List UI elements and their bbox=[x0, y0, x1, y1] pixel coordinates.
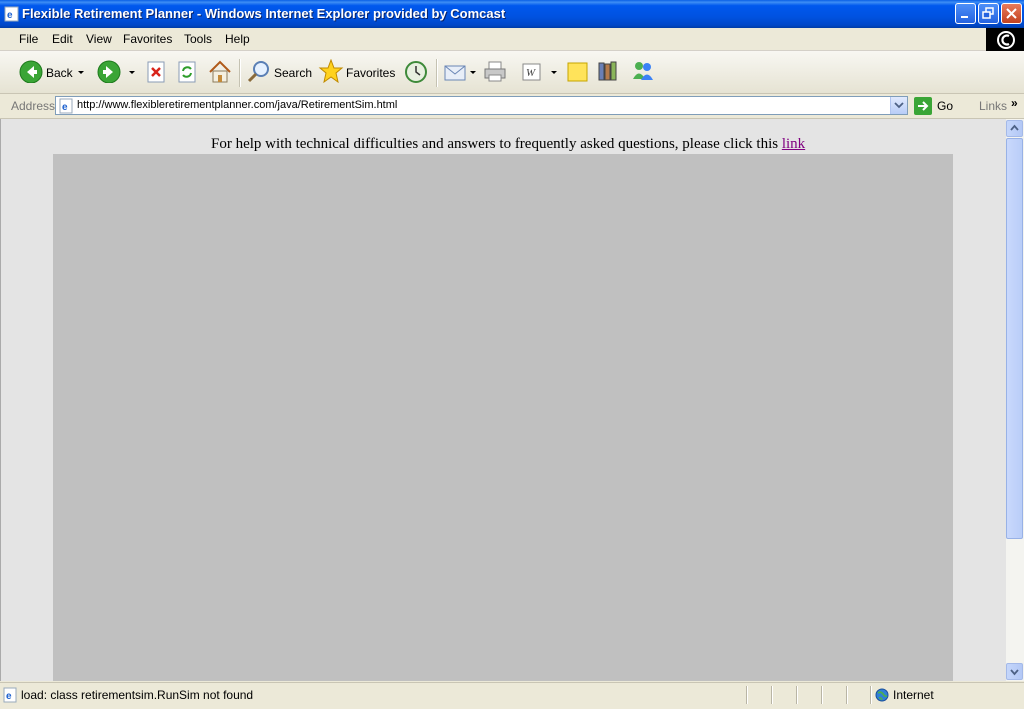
scroll-up-button[interactable] bbox=[1006, 120, 1023, 137]
menu-edit[interactable]: Edit bbox=[52, 32, 73, 46]
messenger-button[interactable] bbox=[630, 59, 656, 85]
menu-favorites[interactable]: Favorites bbox=[123, 32, 172, 46]
minimize-button[interactable] bbox=[955, 3, 976, 24]
forward-button[interactable] bbox=[97, 59, 121, 85]
comcast-c-icon bbox=[997, 31, 1015, 49]
messenger-icon bbox=[633, 62, 653, 80]
research-books-icon bbox=[598, 61, 617, 81]
history-button[interactable] bbox=[403, 59, 429, 85]
stop-button[interactable] bbox=[146, 59, 168, 85]
menu-file[interactable]: File bbox=[19, 32, 38, 46]
status-divider bbox=[796, 686, 798, 704]
title-bar: e Flexible Retirement Planner - Windows … bbox=[0, 0, 1024, 28]
status-divider bbox=[846, 686, 848, 704]
close-icon bbox=[1006, 8, 1017, 19]
edit-word-button[interactable]: W bbox=[520, 59, 546, 85]
address-url[interactable]: http://www.flexibleretirementplanner.com… bbox=[77, 99, 397, 111]
note-icon bbox=[567, 62, 588, 82]
svg-text:e: e bbox=[6, 691, 12, 702]
scroll-thumb[interactable] bbox=[1006, 138, 1023, 539]
address-label: Address bbox=[11, 99, 56, 113]
status-bar: e load: class retirementsim.RunSim not f… bbox=[0, 682, 1024, 709]
help-text: For help with technical difficulties and… bbox=[211, 136, 779, 152]
search-icon bbox=[247, 61, 269, 83]
address-bar: Address e http://www.flexibleretirementp… bbox=[0, 94, 1024, 119]
help-link[interactable]: link bbox=[782, 136, 805, 152]
status-divider bbox=[746, 686, 748, 704]
close-button[interactable] bbox=[1001, 3, 1022, 24]
back-button[interactable] bbox=[19, 59, 43, 85]
go-arrow-icon bbox=[914, 97, 932, 115]
mail-dropdown-icon[interactable] bbox=[470, 71, 476, 74]
print-icon bbox=[484, 61, 506, 82]
back-label[interactable]: Back bbox=[46, 66, 73, 80]
home-button[interactable] bbox=[207, 59, 233, 85]
help-message: For help with technical difficulties and… bbox=[211, 136, 805, 153]
menu-tools[interactable]: Tools bbox=[184, 32, 212, 46]
menu-help[interactable]: Help bbox=[225, 32, 250, 46]
links-chevron-icon[interactable]: » bbox=[1011, 96, 1018, 110]
back-dropdown-icon[interactable] bbox=[78, 71, 84, 74]
mail-button[interactable] bbox=[443, 59, 469, 85]
toolbar-separator bbox=[436, 59, 438, 87]
favorites-star-icon bbox=[318, 58, 344, 84]
back-arrow-icon bbox=[19, 60, 43, 84]
chevron-up-icon bbox=[1010, 124, 1019, 131]
forward-dropdown-icon[interactable] bbox=[129, 71, 135, 74]
minimize-icon bbox=[961, 16, 968, 18]
scroll-down-button[interactable] bbox=[1006, 663, 1023, 680]
restore-button[interactable] bbox=[978, 3, 999, 24]
address-input[interactable]: e http://www.flexibleretirementplanner.c… bbox=[55, 96, 908, 115]
discuss-button[interactable] bbox=[565, 59, 591, 85]
stop-icon bbox=[147, 61, 165, 83]
mail-icon bbox=[444, 65, 466, 81]
search-button[interactable] bbox=[246, 59, 272, 85]
refresh-button[interactable] bbox=[177, 59, 199, 85]
home-icon bbox=[209, 60, 231, 83]
forward-arrow-icon bbox=[97, 60, 121, 84]
history-icon bbox=[405, 61, 427, 83]
research-button[interactable] bbox=[596, 59, 622, 85]
chevron-down-icon bbox=[1010, 669, 1019, 676]
chevron-down-icon bbox=[894, 102, 904, 109]
favorites-label[interactable]: Favorites bbox=[346, 66, 395, 80]
ie-page-icon: e bbox=[59, 98, 73, 114]
java-status-icon: e bbox=[3, 687, 17, 703]
java-applet-area[interactable] bbox=[53, 154, 953, 681]
go-label[interactable]: Go bbox=[937, 99, 953, 113]
favorites-button[interactable] bbox=[318, 58, 344, 85]
standard-toolbar: Back Search Favorites W bbox=[0, 51, 1024, 94]
menu-view[interactable]: View bbox=[86, 32, 112, 46]
internet-globe-icon bbox=[875, 688, 889, 702]
status-divider bbox=[870, 686, 872, 704]
address-dropdown-button[interactable] bbox=[890, 97, 907, 114]
status-message: load: class retirementsim.RunSim not fou… bbox=[21, 688, 254, 702]
toolbar-separator bbox=[239, 59, 241, 87]
comcast-logo bbox=[986, 28, 1024, 52]
status-divider bbox=[771, 686, 773, 704]
ie-page-icon: e bbox=[4, 6, 19, 22]
svg-text:e: e bbox=[62, 102, 68, 113]
links-label[interactable]: Links bbox=[979, 99, 1007, 113]
print-button[interactable] bbox=[482, 59, 508, 85]
search-label[interactable]: Search bbox=[274, 66, 312, 80]
window-title: Flexible Retirement Planner - Windows In… bbox=[22, 6, 506, 21]
menu-bar: File Edit View Favorites Tools Help bbox=[0, 28, 1024, 51]
refresh-icon bbox=[178, 61, 196, 83]
restore-icon bbox=[982, 7, 994, 19]
vertical-scrollbar[interactable] bbox=[1006, 119, 1024, 681]
go-button[interactable]: Go bbox=[914, 97, 970, 115]
security-zone: Internet bbox=[893, 688, 934, 702]
svg-text:e: e bbox=[7, 10, 13, 21]
status-divider bbox=[821, 686, 823, 704]
page-viewport: For help with technical difficulties and… bbox=[0, 119, 1006, 681]
svg-text:W: W bbox=[526, 67, 536, 79]
edit-dropdown-icon[interactable] bbox=[551, 71, 557, 74]
word-icon: W bbox=[522, 63, 541, 81]
